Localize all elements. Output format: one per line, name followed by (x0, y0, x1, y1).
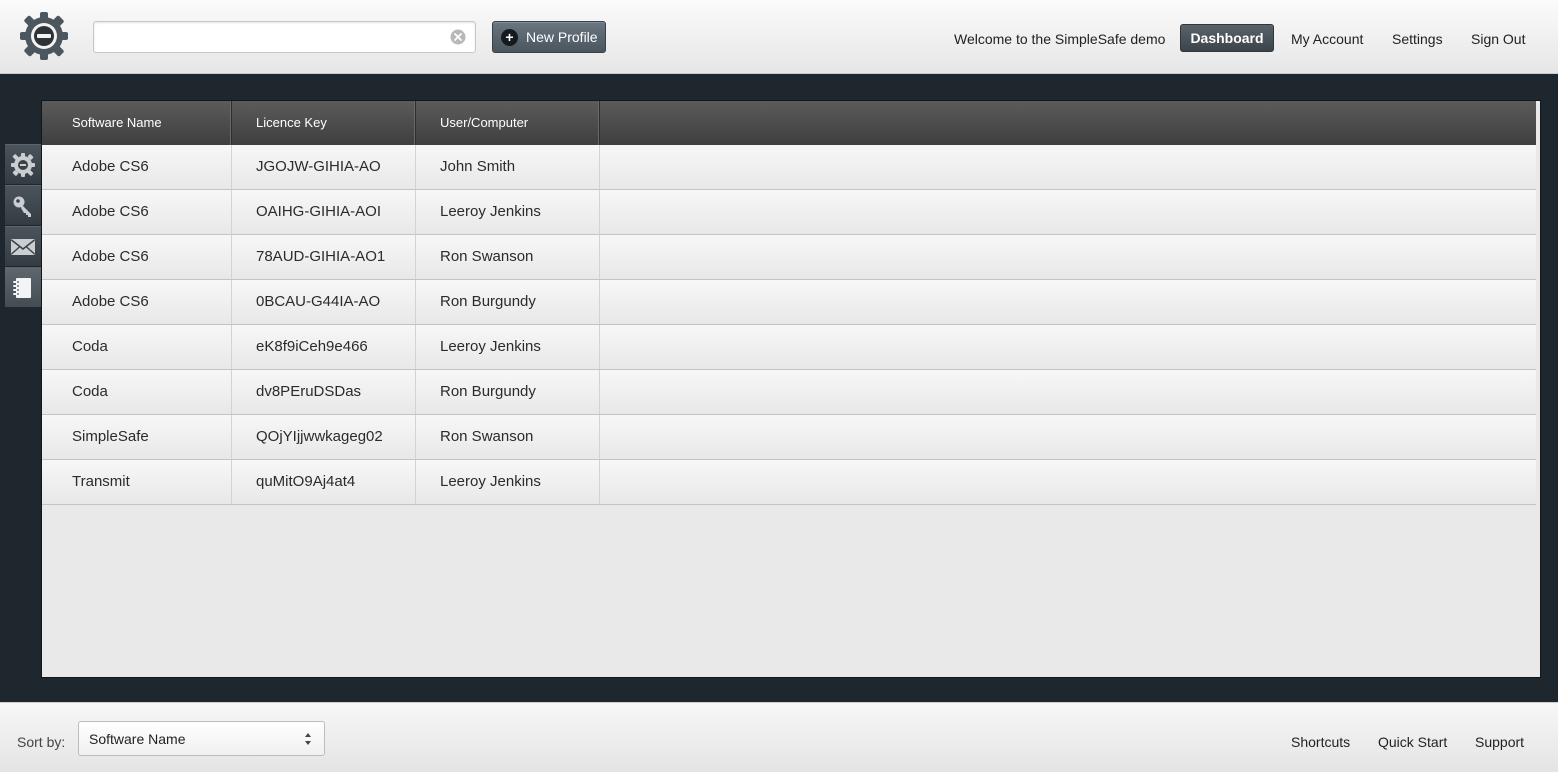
search-input[interactable] (94, 22, 434, 52)
sort-label: Sort by: (17, 734, 66, 750)
sort-select[interactable]: Software Name (78, 721, 325, 756)
footer-link-support[interactable]: Support (1475, 734, 1524, 750)
cell-licence-key: quMitO9Aj4at4 (232, 460, 416, 504)
updown-arrows-icon (305, 733, 311, 745)
cell-empty (600, 190, 1536, 234)
footer-link-shortcuts[interactable]: Shortcuts (1291, 734, 1350, 750)
cell-user: Ron Burgundy (416, 370, 600, 414)
cell-empty (600, 235, 1536, 279)
new-profile-label: New Profile (526, 29, 598, 45)
cell-licence-key: eK8f9iCeh9e466 (232, 325, 416, 369)
sort-select-value: Software Name (89, 731, 186, 747)
notebook-icon (13, 277, 31, 298)
cell-software-name: Adobe CS6 (42, 235, 232, 279)
search-box (93, 21, 476, 53)
nav-sign-out[interactable]: Sign Out (1471, 31, 1525, 47)
column-header-user-computer[interactable]: User/Computer (416, 101, 600, 145)
sidebar-item-mail[interactable] (5, 226, 41, 266)
cell-user: Ron Swanson (416, 415, 600, 459)
cell-user: Ron Burgundy (416, 280, 600, 324)
nav-settings[interactable]: Settings (1392, 31, 1443, 47)
cell-software-name: Adobe CS6 (42, 145, 232, 189)
envelope-icon (11, 238, 35, 255)
cell-user: Leeroy Jenkins (416, 190, 600, 234)
table-row[interactable]: SimpleSafe QOjYIjjwwkageg02 Ron Swanson (42, 415, 1536, 460)
cell-empty (600, 370, 1536, 414)
sidebar-item-settings[interactable] (5, 144, 41, 184)
nav-dashboard[interactable]: Dashboard (1180, 24, 1274, 52)
cell-empty (600, 280, 1536, 324)
column-header-software-name[interactable]: Software Name (42, 101, 232, 145)
cell-software-name: SimpleSafe (42, 415, 232, 459)
column-header-licence-key[interactable]: Licence Key (232, 101, 416, 145)
cell-licence-key: 78AUD-GIHIA-AO1 (232, 235, 416, 279)
plus-circle-icon: + (501, 28, 518, 46)
table-row[interactable]: Coda dv8PEruDSDas Ron Burgundy (42, 370, 1536, 415)
key-icon (13, 196, 31, 217)
table-row[interactable]: Adobe CS6 78AUD-GIHIA-AO1 Ron Swanson (42, 235, 1536, 280)
top-bar: + New Profile Welcome to the SimpleSafe … (0, 0, 1558, 74)
cell-software-name: Adobe CS6 (42, 190, 232, 234)
gear-icon (11, 152, 35, 177)
footer-link-quick-start[interactable]: Quick Start (1378, 734, 1447, 750)
cell-licence-key: OAIHG-GIHIA-AOI (232, 190, 416, 234)
cell-user: John Smith (416, 145, 600, 189)
software-panel: Software Name Licence Key User/Computer … (41, 100, 1541, 678)
cell-user: Ron Swanson (416, 235, 600, 279)
sidebar-item-software[interactable] (5, 267, 41, 307)
cell-user: Leeroy Jenkins (416, 460, 600, 504)
table-row[interactable]: Coda eK8f9iCeh9e466 Leeroy Jenkins (42, 325, 1536, 370)
nav-my-account[interactable]: My Account (1291, 31, 1363, 47)
table-row[interactable]: Adobe CS6 OAIHG-GIHIA-AOI Leeroy Jenkins (42, 190, 1536, 235)
app-logo-icon[interactable] (19, 10, 69, 62)
cell-software-name: Coda (42, 325, 232, 369)
cell-software-name: Transmit (42, 460, 232, 504)
cell-software-name: Coda (42, 370, 232, 414)
footer-bar: Sort by: Software Name Shortcuts Quick S… (0, 702, 1558, 772)
table-body: Adobe CS6 JGOJW-GIHIA-AO John Smith Adob… (42, 145, 1536, 505)
cell-empty (600, 415, 1536, 459)
cell-licence-key: dv8PEruDSDas (232, 370, 416, 414)
clear-search-icon[interactable] (450, 29, 466, 45)
table-row[interactable]: Adobe CS6 JGOJW-GIHIA-AO John Smith (42, 145, 1536, 190)
cell-empty (600, 145, 1536, 189)
column-header-empty (600, 101, 1536, 145)
nav-dashboard-label: Dashboard (1190, 30, 1264, 46)
sidebar-item-keys[interactable] (5, 185, 41, 225)
new-profile-button[interactable]: + New Profile (492, 21, 606, 53)
cell-licence-key: QOjYIjjwwkageg02 (232, 415, 416, 459)
table-header: Software Name Licence Key User/Computer (42, 101, 1536, 145)
cell-empty (600, 325, 1536, 369)
table-row[interactable]: Transmit quMitO9Aj4at4 Leeroy Jenkins (42, 460, 1536, 505)
welcome-text: Welcome to the SimpleSafe demo (954, 31, 1166, 47)
table-row[interactable]: Adobe CS6 0BCAU-G44IA-AO Ron Burgundy (42, 280, 1536, 325)
cell-user: Leeroy Jenkins (416, 325, 600, 369)
cell-empty (600, 460, 1536, 504)
cell-licence-key: JGOJW-GIHIA-AO (232, 145, 416, 189)
cell-licence-key: 0BCAU-G44IA-AO (232, 280, 416, 324)
cell-software-name: Adobe CS6 (42, 280, 232, 324)
